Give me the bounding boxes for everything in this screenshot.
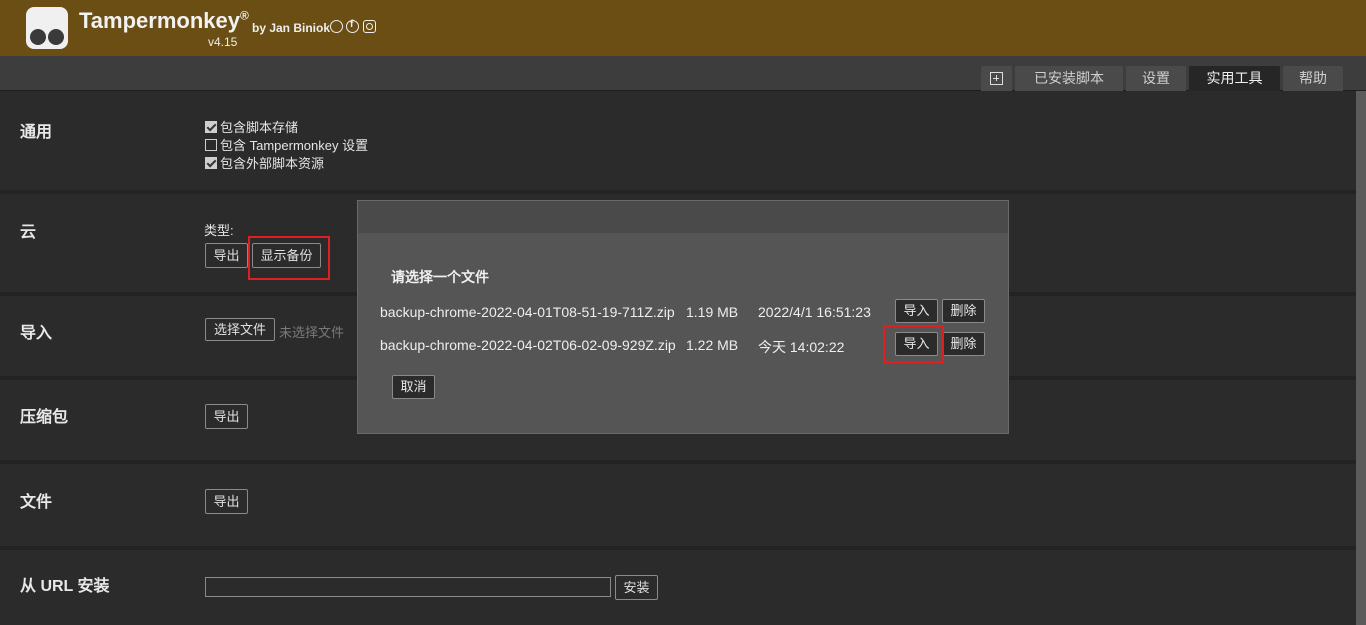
cloud-export-button[interactable]: 导出 — [205, 243, 248, 268]
import-backup-button[interactable]: 导入 — [895, 299, 938, 323]
scrollbar[interactable] — [1356, 91, 1366, 625]
checkbox-label: 包含外部脚本资源 — [220, 156, 325, 171]
cancel-button[interactable]: 取消 — [392, 375, 435, 399]
highlight-import-button — [883, 325, 944, 363]
tab-utilities[interactable]: 实用工具 — [1189, 66, 1280, 91]
app-name: Tampermonkey® — [79, 8, 249, 33]
cloud-type-label: 类型: — [204, 223, 234, 238]
tab-bar: 已安装脚本 设置 实用工具 帮助 — [0, 56, 1366, 91]
checkbox-include-settings[interactable]: 包含 Tampermonkey 设置 — [205, 135, 368, 154]
facebook-icon[interactable] — [346, 19, 359, 33]
app-header: Tampermonkey® v4.15 by Jan Biniok — [0, 0, 1366, 56]
file-name: backup-chrome-2022-04-01T08-51-19-711Z.z… — [380, 304, 675, 320]
checkbox-label: 包含脚本存储 — [220, 120, 299, 135]
tampermonkey-logo-icon[interactable] — [26, 7, 68, 49]
checkbox-box[interactable] — [205, 156, 217, 169]
section-title-cloud: 云 — [20, 224, 37, 241]
file-name: backup-chrome-2022-04-02T06-02-09-929Z.z… — [380, 337, 676, 353]
delete-backup-button[interactable]: 删除 — [942, 299, 985, 323]
section-title-zip: 压缩包 — [20, 409, 69, 426]
app-version: v4.15 — [208, 35, 238, 49]
zip-export-button[interactable]: 导出 — [205, 404, 248, 429]
checkbox-include-script-storage[interactable]: 包含脚本存储 — [205, 117, 298, 136]
section-file: 文件 导出 — [0, 464, 1356, 546]
section-title-file: 文件 — [20, 494, 53, 511]
delete-backup-button[interactable]: 删除 — [942, 332, 985, 356]
dialog-title: 请选择一个文件 — [391, 269, 489, 285]
highlight-show-backups — [248, 236, 330, 280]
checkbox-box[interactable] — [205, 138, 217, 151]
section-title-url-install: 从 URL 安装 — [20, 578, 110, 595]
tab-new-script[interactable] — [981, 66, 1012, 91]
checkbox-box[interactable] — [205, 120, 217, 133]
logo-right-eye — [48, 29, 64, 45]
tab-settings[interactable]: 设置 — [1126, 66, 1186, 91]
tab-help[interactable]: 帮助 — [1283, 66, 1343, 91]
no-file-chosen-text: 未选择文件 — [279, 325, 345, 340]
install-button[interactable]: 安装 — [615, 575, 658, 600]
file-export-button[interactable]: 导出 — [205, 489, 248, 514]
tab-installed-scripts[interactable]: 已安装脚本 — [1015, 66, 1123, 91]
dialog-header-bar — [358, 201, 1008, 233]
choose-file-button[interactable]: 选择文件 — [205, 318, 275, 341]
section-general: 通用 包含脚本存储 包含 Tampermonkey 设置 包含外部脚本资源 — [0, 92, 1356, 190]
section-title-general: 通用 — [20, 124, 53, 141]
checkbox-label: 包含 Tampermonkey 设置 — [220, 138, 369, 153]
checkbox-include-external-resources[interactable]: 包含外部脚本资源 — [205, 153, 324, 172]
add-icon — [990, 72, 1003, 85]
file-size: 1.19 MB — [686, 304, 739, 320]
logo-left-eye — [30, 29, 46, 45]
section-url-install: 从 URL 安装 — [0, 550, 1356, 625]
backup-file-dialog: 请选择一个文件 backup-chrome-2022-04-01T08-51-1… — [357, 200, 1009, 434]
file-date: 今天 14:02:22 — [758, 339, 845, 355]
section-title-import: 导入 — [20, 325, 53, 342]
file-date: 2022/4/1 16:51:23 — [758, 304, 871, 320]
github-icon[interactable] — [330, 20, 343, 33]
author-byline[interactable]: by Jan Biniok — [252, 21, 330, 35]
instagram-icon[interactable] — [363, 20, 376, 33]
install-url-input[interactable] — [205, 577, 611, 597]
file-size: 1.22 MB — [686, 337, 739, 353]
